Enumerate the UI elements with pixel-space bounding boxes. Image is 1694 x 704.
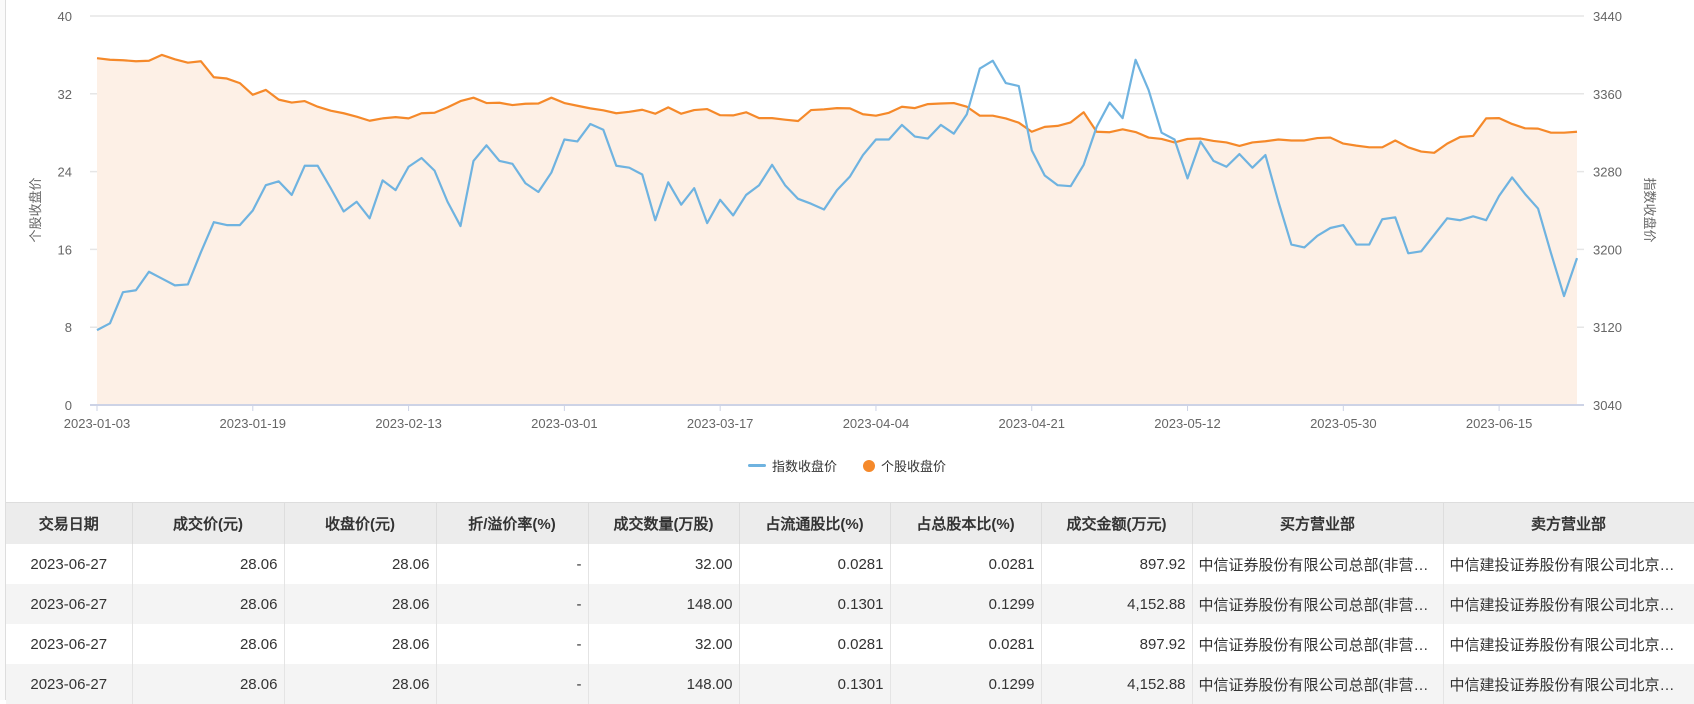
table-cell: 2023-06-27	[6, 624, 133, 664]
right-axis-tick-label: 3120	[1593, 320, 1622, 335]
table-cell: 4,152.88	[1041, 664, 1193, 704]
table-cell: 32.00	[588, 544, 740, 584]
legend-label: 个股收盘价	[881, 459, 947, 474]
table-cell: 0.1299	[890, 584, 1042, 624]
column-header[interactable]: 收盘价(元)	[284, 502, 437, 544]
table-cell: 28.06	[132, 544, 285, 584]
column-header[interactable]: 占流通股比(%)	[739, 502, 891, 544]
table-cell: -	[436, 624, 589, 664]
x-axis-tick-label: 2023-01-03	[64, 416, 131, 431]
column-header[interactable]: 占总股本比(%)	[890, 502, 1042, 544]
table-cell: 中信证券股份有限公司总部(非营业场所)	[1192, 584, 1444, 624]
table-row[interactable]: 2023-06-27 28.06 28.06-32.00 0.0281 0.0281 89…	[6, 544, 1694, 584]
right-axis-tick-label: 3280	[1593, 165, 1622, 180]
left-axis-tick-label: 16	[58, 242, 72, 257]
table-cell: 28.06	[132, 664, 285, 704]
table-row[interactable]: 2023-06-27 28.06 28.06-32.00 0.0281 0.0281 89…	[6, 624, 1694, 664]
x-axis-tick-label: 2023-05-12	[1154, 416, 1221, 431]
table-cell: 中信建投证券股份有限公司北京分公司	[1443, 544, 1694, 584]
table-cell: 28.06	[132, 584, 285, 624]
table-row[interactable]: 2023-06-27 28.06 28.06-148.00 0.1301 0.1299 4…	[6, 664, 1694, 704]
legend-item-stock[interactable]: 个股收盘价	[863, 456, 946, 475]
right-axis-tick-label: 3200	[1593, 242, 1622, 257]
table-cell: 2023-06-27	[6, 544, 133, 584]
table-cell: 0.1299	[890, 664, 1042, 704]
table-cell: 28.06	[284, 664, 437, 704]
table-cell: 4,152.88	[1041, 584, 1193, 624]
legend-item-index[interactable]: 指数收盘价	[747, 456, 837, 475]
table-cell: -	[436, 664, 589, 704]
table-cell: 0.0281	[890, 544, 1042, 584]
table-cell: 0.0281	[739, 624, 891, 664]
table-cell: 32.00	[588, 624, 740, 664]
column-header[interactable]: 折/溢价率(%)	[436, 502, 589, 544]
x-axis-tick-label: 2023-03-17	[687, 416, 754, 431]
table-header-row: 交易日期 成交价(元) 收盘价(元) 折/溢价率(%) 成交数量(万股) 占流通股比(%)…	[6, 502, 1694, 544]
x-axis-tick-label: 2023-01-19	[220, 416, 287, 431]
x-axis-tick-label: 2023-04-04	[843, 416, 910, 431]
table-cell: 中信证券股份有限公司总部(非营业场所)	[1192, 544, 1444, 584]
right-axis-tick-label: 3360	[1593, 87, 1622, 102]
table-cell: 0.1301	[739, 584, 891, 624]
table-cell: -	[436, 584, 589, 624]
price-chart: 0 8 16 24 32 40 3040 3120 3200 3280 3360 3440 个股收盘价 指…	[28, 9, 1657, 431]
legend-label: 指数收盘价	[771, 459, 837, 474]
column-header[interactable]: 卖方营业部	[1443, 502, 1694, 544]
table-cell: 28.06	[284, 584, 437, 624]
left-axis-tick-label: 0	[65, 398, 72, 413]
table-cell: 中信证券股份有限公司总部(非营业场所)	[1192, 624, 1444, 664]
x-axis-tick-label: 2023-02-13	[375, 416, 442, 431]
x-axis-tick-label: 2023-04-21	[998, 416, 1065, 431]
table-cell: 28.06	[284, 544, 437, 584]
table-cell: 148.00	[588, 664, 740, 704]
column-header[interactable]: 交易日期	[6, 502, 133, 544]
right-axis-tick-label: 3440	[1593, 9, 1622, 24]
line-legend-icon	[747, 464, 766, 467]
left-axis-tick-label: 32	[58, 87, 72, 102]
table-cell: 28.06	[132, 624, 285, 664]
x-axis-tick-label: 2023-03-01	[531, 416, 598, 431]
table-cell: 0.0281	[739, 544, 891, 584]
right-axis-tick-label: 3040	[1593, 398, 1622, 413]
table-cell: 28.06	[284, 624, 437, 664]
column-header[interactable]: 成交价(元)	[132, 502, 285, 544]
table-cell: 中信建投证券股份有限公司北京分公司	[1443, 664, 1694, 704]
right-axis-title: 指数收盘价	[1642, 177, 1657, 242]
table-cell: 148.00	[588, 584, 740, 624]
block-trade-table: 交易日期 成交价(元) 收盘价(元) 折/溢价率(%) 成交数量(万股) 占流通股比(%)…	[6, 502, 1694, 704]
table-cell: -	[436, 544, 589, 584]
table-row[interactable]: 2023-06-27 28.06 28.06-148.00 0.1301 0.1299 4…	[6, 584, 1694, 624]
table-cell: 897.92	[1041, 624, 1193, 664]
table-cell: 中信建投证券股份有限公司北京分公司	[1443, 584, 1694, 624]
table-cell: 中信建投证券股份有限公司北京分公司	[1443, 624, 1694, 664]
column-header[interactable]: 成交数量(万股)	[588, 502, 740, 544]
column-header[interactable]: 买方营业部	[1192, 502, 1444, 544]
column-header[interactable]: 成交金额(万元)	[1041, 502, 1193, 544]
table-cell: 中信证券股份有限公司总部(非营业场所)	[1192, 664, 1444, 704]
x-axis-tick-label: 2023-06-15	[1466, 416, 1533, 431]
table-cell: 2023-06-27	[6, 584, 133, 624]
dot-legend-icon	[863, 459, 875, 472]
x-axis-tick-label: 2023-05-30	[1310, 416, 1377, 431]
left-axis-title: 个股收盘价	[28, 177, 43, 242]
table-cell: 0.1301	[739, 664, 891, 704]
table-cell: 897.92	[1041, 544, 1193, 584]
table-cell: 2023-06-27	[6, 664, 133, 704]
chart-legend: 指数收盘价 个股收盘价	[0, 456, 1694, 475]
table-cell: 0.0281	[890, 624, 1042, 664]
left-axis-tick-label: 40	[58, 9, 72, 24]
left-axis-tick-label: 24	[58, 165, 72, 180]
left-axis-tick-label: 8	[65, 320, 72, 335]
